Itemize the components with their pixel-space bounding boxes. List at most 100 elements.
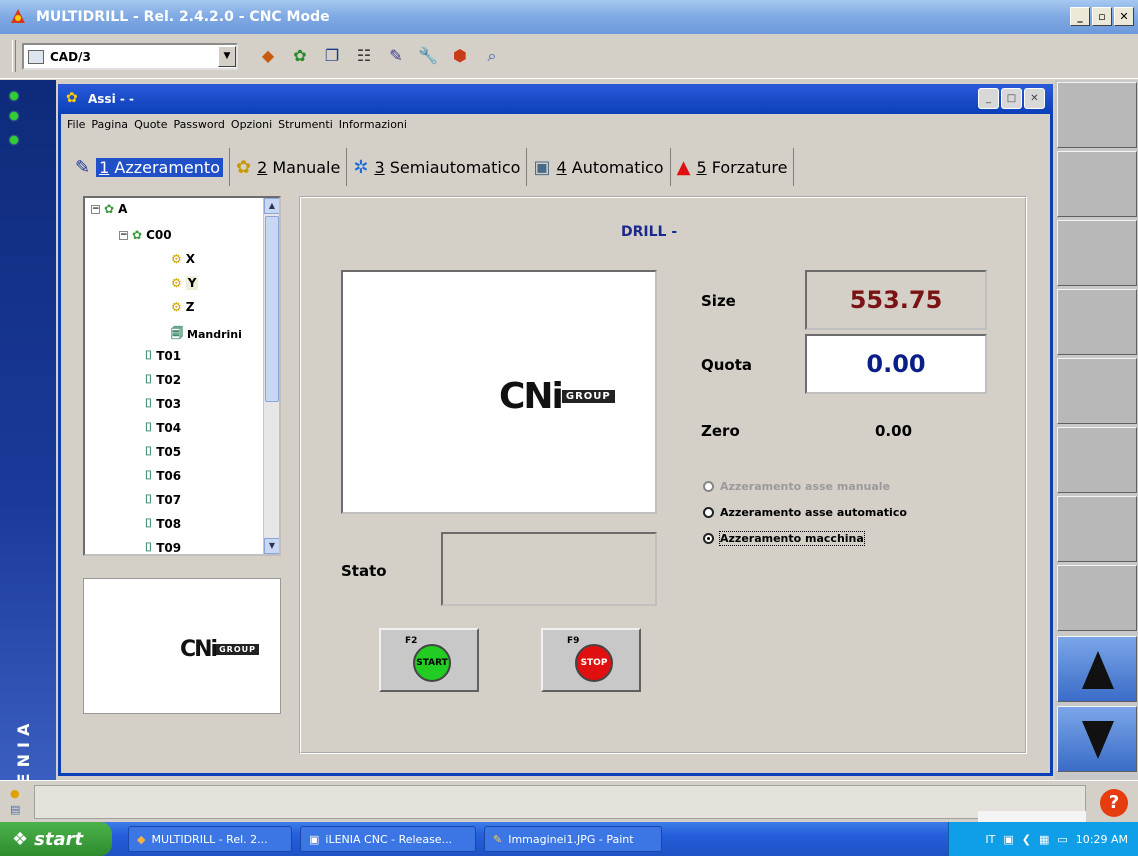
quota-input[interactable]: 0.00 <box>805 334 987 394</box>
assi-minimize-button[interactable]: _ <box>978 88 999 109</box>
collapse-icon[interactable]: − <box>91 204 100 214</box>
function-button[interactable] <box>1057 427 1137 493</box>
edit-icon[interactable]: ✎ <box>386 46 406 66</box>
language-indicator[interactable]: IT <box>985 833 995 846</box>
taskbar-item-ilenia[interactable]: ▣ iLENIA CNC - Release... <box>300 826 476 852</box>
start-label: start <box>34 828 84 850</box>
tree-node-axis-z[interactable]: ⚙ Z <box>171 300 194 314</box>
tab-number: 1 <box>99 157 110 177</box>
menu-informazioni[interactable]: Informazioni <box>339 118 407 131</box>
function-button[interactable] <box>1057 220 1137 286</box>
tab-azzeramento[interactable]: ✎ 1 Azzeramento <box>69 148 230 186</box>
tree-node-tool[interactable]: ⌷ T05 <box>145 444 181 459</box>
taskbar-item-paint[interactable]: ✎ Immaginei1.JPG - Paint <box>484 826 662 852</box>
scrollbar-thumb[interactable] <box>265 216 279 402</box>
display-icon[interactable]: ▭ <box>1057 833 1067 846</box>
stop-label: STOP <box>580 658 608 668</box>
function-button[interactable] <box>1057 565 1137 631</box>
tree-node-label: C00 <box>146 228 172 242</box>
network-icon[interactable]: ▦ <box>1039 833 1049 846</box>
export-icon[interactable]: ⬢ <box>450 46 470 66</box>
globe-icon[interactable]: ◆ <box>258 46 278 66</box>
tree-scrollbar[interactable]: ▲ ▼ <box>263 198 279 554</box>
collapse-icon[interactable]: − <box>119 230 128 240</box>
cni-group-logo: CNi GROUP <box>180 637 259 662</box>
menu-strumenti[interactable]: Strumenti <box>278 118 333 131</box>
start-label: START <box>416 658 448 668</box>
tree-node-tool[interactable]: ⌷ T06 <box>145 468 181 483</box>
radio-circle-selected[interactable] <box>703 533 714 544</box>
tab-automatico[interactable]: ▣ 4 Automatico <box>527 148 671 186</box>
function-button[interactable] <box>1057 151 1137 217</box>
function-button[interactable] <box>1057 496 1137 562</box>
drill-title: DRILL - <box>621 224 678 240</box>
stato-label: Stato <box>341 562 387 580</box>
tree-node-tool[interactable]: ⌷ T07 <box>145 492 181 507</box>
menu-file[interactable]: File <box>67 118 85 131</box>
radio-azzeramento-asse-automatico[interactable]: Azzeramento asse automatico <box>703 506 907 519</box>
tree-node-label: T07 <box>156 492 182 507</box>
radio-circle[interactable] <box>703 507 714 518</box>
clock[interactable]: 10:29 AM <box>1076 833 1128 846</box>
tree-node-label: Z <box>185 300 195 314</box>
tree-node-tool[interactable]: ⌷ T08 <box>145 516 181 531</box>
wrench-icon[interactable]: 🔧 <box>418 46 438 66</box>
logo-text: CNi <box>180 637 218 662</box>
tree-node-group[interactable]: − ✿ C00 <box>119 228 172 242</box>
scroll-up-icon[interactable]: ▲ <box>264 198 279 214</box>
tree-node-tool[interactable]: ⌷ T01 <box>145 348 181 363</box>
menu-password[interactable]: Password <box>174 118 225 131</box>
axes-tree[interactable]: − ✿ A − ✿ C00 ⚙ X ⚙ Y ⚙ Z 🗐 Mandrini ⌷ T… <box>83 196 281 556</box>
tree-node-label: Y <box>185 276 199 290</box>
radio-azzeramento-macchina[interactable]: Azzeramento macchina <box>703 531 865 546</box>
start-button[interactable]: F2 START <box>379 628 479 692</box>
scroll-down-icon[interactable]: ▼ <box>264 538 279 554</box>
window-icon[interactable]: ❐ <box>322 46 342 66</box>
gears-icon[interactable]: ✿ <box>290 46 310 66</box>
tree-node-tool[interactable]: ⌷ T02 <box>145 372 181 387</box>
search-icon[interactable]: ⌕ <box>482 46 502 66</box>
start-button-os[interactable]: ❖ start <box>0 822 112 856</box>
tab-label: 1 Azzeramento <box>96 157 223 177</box>
help-button[interactable]: ? <box>1100 789 1128 817</box>
close-button[interactable]: ✕ <box>1114 7 1134 26</box>
tab-manuale[interactable]: ✿ 2 Manuale <box>230 148 348 186</box>
help-tray-icon[interactable]: ▣ <box>1003 833 1013 846</box>
assi-title: Assi - - <box>88 92 135 106</box>
tree-node-root[interactable]: − ✿ A <box>91 202 127 216</box>
tree-node-tool[interactable]: ⌷ T04 <box>145 420 181 435</box>
radio-azzeramento-asse-manuale[interactable]: Azzeramento asse manuale <box>703 480 890 493</box>
assi-maximize-button[interactable]: □ <box>1001 88 1022 109</box>
function-button[interactable] <box>1057 82 1137 148</box>
toolbar-grip[interactable] <box>12 40 16 72</box>
minimize-button[interactable]: _ <box>1070 7 1090 26</box>
mode-select[interactable]: CAD/3 ▼ <box>22 43 238 70</box>
function-button[interactable] <box>1057 358 1137 424</box>
scroll-up-button[interactable] <box>1057 636 1137 702</box>
iso-icon[interactable]: ☷ <box>354 46 374 66</box>
tree-node-tool[interactable]: ⌷ T09 <box>145 540 182 555</box>
tree-node-axis-y[interactable]: ⚙ Y <box>171 276 199 290</box>
stop-button[interactable]: F9 STOP <box>541 628 641 692</box>
menu-opzioni[interactable]: Opzioni <box>231 118 272 131</box>
tab-forzature[interactable]: ▲ 5 Forzature <box>671 148 795 186</box>
taskbar-item-multidrill[interactable]: ◆ MULTIDRILL - Rel. 2... <box>128 826 292 852</box>
scroll-down-button[interactable] <box>1057 706 1137 772</box>
menu-pagina[interactable]: Pagina <box>91 118 128 131</box>
chevron-left-icon[interactable]: ❮ <box>1022 833 1031 846</box>
menu-quote[interactable]: Quote <box>134 118 167 131</box>
tree-node-label: T05 <box>156 444 182 459</box>
tree-node-tool[interactable]: ⌷ T03 <box>145 396 181 411</box>
tab-label: 5 Forzature <box>696 158 787 177</box>
radio-circle[interactable] <box>703 481 714 492</box>
restore-button[interactable]: ▫ <box>1092 7 1112 26</box>
function-button[interactable] <box>1057 289 1137 355</box>
tree-node-label: T09 <box>156 540 182 555</box>
chevron-down-icon[interactable]: ▼ <box>218 46 236 67</box>
assi-close-button[interactable]: ✕ <box>1024 88 1045 109</box>
tab-semiautomatico[interactable]: ✲ 3 Semiautomatico <box>347 148 528 186</box>
tool-icon: ⌷ <box>145 396 153 410</box>
tab-number: 3 <box>374 157 385 177</box>
tree-node-mandrini[interactable]: 🗐 Mandrini <box>171 324 242 345</box>
tree-node-axis-x[interactable]: ⚙ X <box>171 252 195 266</box>
